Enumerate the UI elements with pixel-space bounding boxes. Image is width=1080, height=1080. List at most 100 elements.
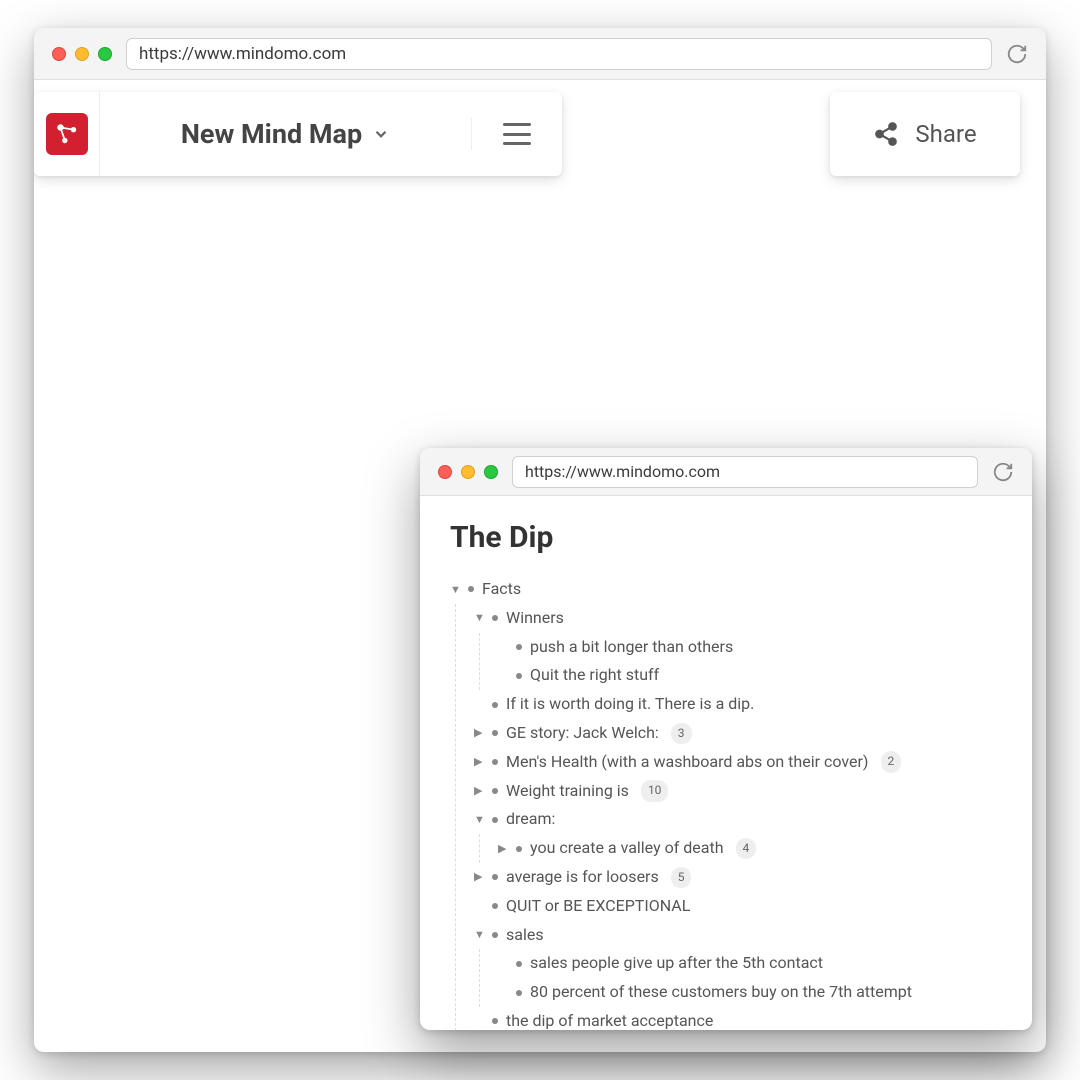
tree-label: sales (506, 921, 544, 950)
refresh-icon[interactable] (1006, 43, 1028, 65)
tree-row[interactable]: ▶ GE story: Jack Welch: 3 (474, 719, 1002, 748)
expand-icon[interactable]: ▶ (474, 867, 484, 887)
central-image (160, 543, 400, 661)
bullet-icon (492, 1018, 498, 1024)
tree-row[interactable]: ▼ sales (474, 921, 1002, 950)
collapse-icon[interactable]: ▼ (474, 810, 484, 830)
tree-row[interactable]: ▼ Facts (450, 575, 1002, 604)
chevron-down-icon (372, 125, 390, 143)
count-badge: 3 (671, 723, 692, 745)
share-label: Share (915, 120, 976, 148)
count-badge: 5 (671, 867, 692, 889)
refresh-icon[interactable] (992, 461, 1014, 483)
tree-row[interactable]: Quit the right stuff (498, 661, 1002, 690)
count-badge: 10 (641, 780, 669, 802)
tree-label: Winners (506, 604, 564, 633)
bullet-icon (492, 730, 498, 736)
hamburger-icon (503, 123, 531, 145)
tree-row[interactable]: push a bit longer than others (498, 633, 1002, 662)
label-sleep: k to sleep, -sleep range, ired. (34, 228, 134, 262)
label-study: udy found that taking short breaks ork c… (34, 992, 264, 1026)
collapse-icon[interactable]: ▼ (450, 580, 460, 600)
bullet-icon (492, 932, 498, 938)
outline-tree[interactable]: ▼ Facts ▼ Winnerspush a bit longer than oth… (450, 575, 1002, 1030)
bullet-icon (492, 874, 498, 880)
minimize-dot[interactable] (461, 465, 475, 479)
tree-label: sales people give up after the 5th conta… (530, 949, 823, 978)
bullet-icon (468, 586, 474, 592)
tree-label: Men's Health (with a washboard abs on th… (506, 748, 869, 777)
central-node[interactable]: 7 TIPS TO BOOST YOUR PRODUCTIVITY (148, 530, 412, 726)
tree-label: GE story: Jack Welch: (506, 719, 659, 748)
central-title: 7 TIPS TO BOOST YOUR PRODUCTIVITY (161, 667, 399, 713)
tree-label: Weight training is (506, 777, 629, 806)
bullet-icon (492, 788, 498, 794)
close-dot[interactable] (438, 465, 452, 479)
outline-body: The Dip ▼ Facts ▼ Winnerspush a bit longer … (420, 496, 1032, 1030)
count-badge: 4 (736, 838, 757, 860)
address-bar[interactable]: https://www.mindomo.com (126, 38, 992, 70)
tree-row[interactable]: ▼ dream: (474, 805, 1002, 834)
bullet-icon (516, 644, 522, 650)
tree-label: If it is worth doing it. There is a dip. (506, 690, 754, 719)
share-button[interactable]: Share (830, 92, 1020, 176)
minimize-dot[interactable] (75, 47, 89, 61)
outline-window: https://www.mindomo.com The Dip ▼ Facts ▼ W… (420, 448, 1032, 1030)
bullet-icon (516, 961, 522, 967)
collapse-icon[interactable]: ▼ (474, 925, 484, 945)
toolbar-panel: New Mind Map (34, 92, 562, 176)
bullet-icon (516, 990, 522, 996)
document-title-button[interactable]: New Mind Map (100, 118, 472, 150)
label-willpower: People have a limited amount of willpowe… (360, 210, 690, 244)
tree-label: push a bit longer than others (530, 633, 733, 662)
address-bar[interactable]: https://www.mindomo.com (512, 456, 978, 488)
logo-cell[interactable] (34, 92, 100, 176)
menu-button[interactable] (472, 123, 562, 145)
tree-label: 80 percent of these customers buy on the… (530, 978, 912, 1007)
tree-label: Facts (482, 575, 521, 604)
bullet-icon (492, 903, 498, 909)
tree-row[interactable]: ▶ you create a valley of death 4 (498, 834, 1002, 863)
tree-row[interactable]: QUIT or BE EXCEPTIONAL (474, 892, 1002, 921)
node-6[interactable]: 6. Take breaks/ 20-20-20 rule (80, 876, 387, 924)
zoom-dot[interactable] (98, 47, 112, 61)
tree-row[interactable]: ▶ average is for loosers 5 (474, 863, 1002, 892)
tree-label: dream: (506, 805, 555, 834)
close-dot[interactable] (52, 47, 66, 61)
outline-titlebar: https://www.mindomo.com (420, 448, 1032, 496)
tree-row[interactable]: 80 percent of these customers buy on the… (498, 978, 1002, 1007)
app-logo-icon (46, 113, 88, 155)
tree-label: the dip of market acceptance (506, 1007, 713, 1030)
node-3[interactable]: 3. Minimize multitasking (110, 330, 372, 378)
tree-row[interactable]: ▶ Weight training is 10 (474, 777, 1002, 806)
bullet-icon (492, 817, 498, 823)
node-4[interactable]: 4. Specific hours for tasks (498, 372, 774, 420)
count-badge: 2 (881, 751, 902, 773)
bullet-icon (516, 673, 522, 679)
expand-icon[interactable]: ▶ (498, 839, 508, 859)
main-titlebar: https://www.mindomo.com (34, 28, 1046, 80)
outline-title: The Dip (450, 520, 1002, 555)
tree-label: QUIT or BE EXCEPTIONAL (506, 892, 690, 921)
tree-row[interactable]: the dip of market acceptance (474, 1007, 1002, 1030)
document-title: New Mind Map (181, 118, 362, 150)
expand-icon[interactable]: ▶ (474, 781, 484, 801)
expand-icon[interactable]: ▶ (474, 723, 484, 743)
share-icon (873, 121, 899, 147)
bullet-icon (516, 846, 522, 852)
label-important: important tasks done at the beginning of… (684, 195, 854, 229)
zoom-dot[interactable] (484, 465, 498, 479)
window-controls (438, 465, 498, 479)
bullet-icon (492, 615, 498, 621)
expand-icon[interactable]: ▶ (474, 752, 484, 772)
tree-row[interactable]: sales people give up after the 5th conta… (498, 949, 1002, 978)
collapse-icon[interactable]: ▼ (474, 608, 484, 628)
tree-row[interactable]: ▶ Men's Health (with a washboard abs on t… (474, 748, 1002, 777)
tree-row[interactable]: ▼ Winners (474, 604, 1002, 633)
tree-label: average is for loosers (506, 863, 659, 892)
bullet-icon (492, 702, 498, 708)
bullet-icon (492, 759, 498, 765)
tree-label: you create a valley of death (530, 834, 724, 863)
tree-row[interactable]: If it is worth doing it. There is a dip. (474, 690, 1002, 719)
tree-label: Quit the right stuff (530, 661, 659, 690)
